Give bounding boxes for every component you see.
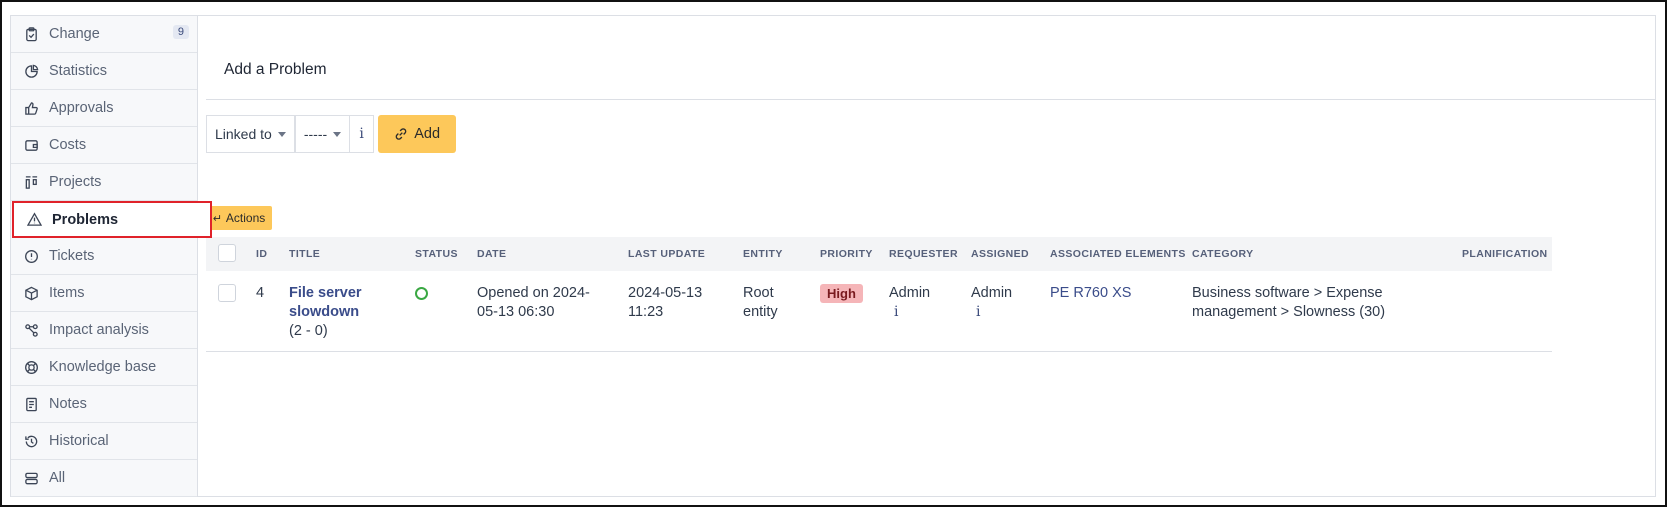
- sidebar-item-knowledge-base[interactable]: Knowledge base: [11, 349, 197, 386]
- sidebar-item-label: All: [49, 470, 66, 486]
- col-assigned[interactable]: ASSIGNED: [971, 237, 1050, 271]
- sidebar-item-label: Notes: [49, 396, 87, 412]
- sidebar-item-historical[interactable]: Historical: [11, 423, 197, 460]
- main-content: Add a Problem Linked to ----- i Add ↵ Ac…: [206, 16, 1656, 496]
- sidebar-item-problems[interactable]: Problems: [12, 201, 212, 238]
- table-row[interactable]: 4 File server slowdown (2 - 0) Opened on…: [206, 271, 1552, 351]
- sidebar-item-impact-analysis[interactable]: Impact analysis: [11, 312, 197, 349]
- cell-id: 4: [256, 285, 265, 301]
- status-new-icon: [415, 287, 428, 300]
- linked-to-select[interactable]: Linked to: [206, 115, 295, 153]
- link-toolbar: Linked to ----- i Add: [206, 115, 457, 153]
- thumbs-up-icon: [23, 100, 39, 116]
- chevron-down-icon: [277, 131, 286, 137]
- clipboard-check-icon: [23, 26, 39, 42]
- sidebar-item-approvals[interactable]: Approvals: [11, 90, 197, 127]
- sidebar-item-costs[interactable]: Costs: [11, 127, 197, 164]
- sidebar: Change 9 Statistics Approvals Costs Proj…: [11, 16, 212, 497]
- wallet-icon: [23, 137, 39, 153]
- network-nodes-icon: [23, 322, 39, 338]
- divider: [206, 99, 1656, 100]
- cell-entity: Root entity: [743, 285, 778, 320]
- table-header-row: ID TITLE STATUS DATE LAST UPDATE ENTITY …: [206, 237, 1552, 271]
- sidebar-item-label: Costs: [49, 137, 87, 153]
- col-entity[interactable]: ENTITY: [743, 237, 820, 271]
- sidebar-item-label: Approvals: [49, 100, 114, 116]
- problem-select-value: -----: [303, 126, 328, 142]
- associated-element-link[interactable]: PE R760 XS: [1050, 285, 1131, 301]
- sidebar-item-label: Knowledge base: [49, 359, 157, 375]
- sidebar-item-label: Tickets: [49, 248, 95, 264]
- col-planification[interactable]: PLANIFICATION: [1462, 237, 1552, 271]
- title-counts: (2 - 0): [289, 323, 328, 339]
- project-columns-icon: [23, 174, 39, 190]
- sidebar-item-tickets[interactable]: Tickets: [11, 238, 197, 275]
- info-icon[interactable]: i: [350, 115, 375, 153]
- sidebar-item-change[interactable]: Change 9: [11, 16, 197, 53]
- col-requester[interactable]: REQUESTER: [889, 237, 971, 271]
- note-icon: [23, 396, 39, 412]
- lifebuoy-icon: [23, 359, 39, 375]
- sidebar-item-label: Statistics: [49, 63, 108, 79]
- cell-assigned[interactable]: Admin: [971, 284, 1050, 303]
- sidebar-item-label: Problems: [52, 211, 119, 228]
- cell-date: Opened on 2024-05-13 06:30: [477, 285, 590, 320]
- row-checkbox[interactable]: [218, 284, 236, 302]
- col-title[interactable]: TITLE: [289, 237, 415, 271]
- sidebar-item-projects[interactable]: Projects: [11, 164, 197, 201]
- priority-badge: High: [820, 284, 863, 303]
- add-button[interactable]: Add: [378, 115, 457, 153]
- stack-icon: [23, 470, 39, 486]
- warning-triangle-icon: [26, 212, 42, 228]
- sidebar-item-label: Change: [49, 26, 100, 42]
- sidebar-item-items[interactable]: Items: [11, 275, 197, 312]
- cell-category: Business software > Expense management >…: [1192, 285, 1386, 320]
- cell-planification: [1462, 271, 1552, 351]
- sidebar-item-label: Items: [49, 285, 85, 301]
- add-button-label: Add: [414, 126, 441, 142]
- section-title: Add a Problem: [224, 61, 327, 78]
- sidebar-item-label: Historical: [49, 433, 109, 449]
- chevron-down-icon: [333, 131, 342, 137]
- link-icon: [395, 128, 407, 140]
- cube-icon: [23, 285, 39, 301]
- col-associated-elements[interactable]: ASSOCIATED ELEMENTS: [1050, 237, 1192, 271]
- info-icon[interactable]: i: [894, 303, 971, 322]
- info-icon[interactable]: i: [976, 303, 1050, 322]
- col-priority[interactable]: PRIORITY: [820, 237, 889, 271]
- sidebar-item-notes[interactable]: Notes: [11, 386, 197, 423]
- sidebar-item-all[interactable]: All: [11, 460, 197, 497]
- problem-title-link[interactable]: File server slowdown: [289, 284, 369, 322]
- pie-chart-icon: [23, 63, 39, 79]
- sidebar-item-statistics[interactable]: Statistics: [11, 53, 197, 90]
- return-arrow-icon: ↵: [212, 212, 222, 225]
- actions-button-label: Actions: [225, 211, 266, 225]
- cell-requester[interactable]: Admin: [889, 284, 971, 303]
- sidebar-item-label: Impact analysis: [49, 322, 149, 338]
- sidebar-item-label: Projects: [49, 174, 102, 190]
- select-all-checkbox[interactable]: [218, 243, 236, 262]
- cell-last-update: 2024-05-13 11:23: [628, 285, 703, 320]
- history-icon: [23, 433, 39, 449]
- linked-to-value: Linked to: [215, 126, 272, 142]
- col-last-update[interactable]: LAST UPDATE: [628, 237, 743, 271]
- problem-panel: Change 9 Statistics Approvals Costs Proj…: [10, 15, 1656, 497]
- problems-table: ID TITLE STATUS DATE LAST UPDATE ENTITY …: [206, 237, 1552, 352]
- actions-button[interactable]: ↵ Actions: [206, 206, 272, 230]
- col-category[interactable]: CATEGORY: [1192, 237, 1462, 271]
- problem-select[interactable]: -----: [294, 115, 351, 153]
- alert-circle-icon: [23, 248, 39, 264]
- col-status[interactable]: STATUS: [415, 237, 477, 271]
- change-count-badge: 9: [172, 25, 189, 39]
- col-id[interactable]: ID: [256, 237, 289, 271]
- col-date[interactable]: DATE: [477, 237, 628, 271]
